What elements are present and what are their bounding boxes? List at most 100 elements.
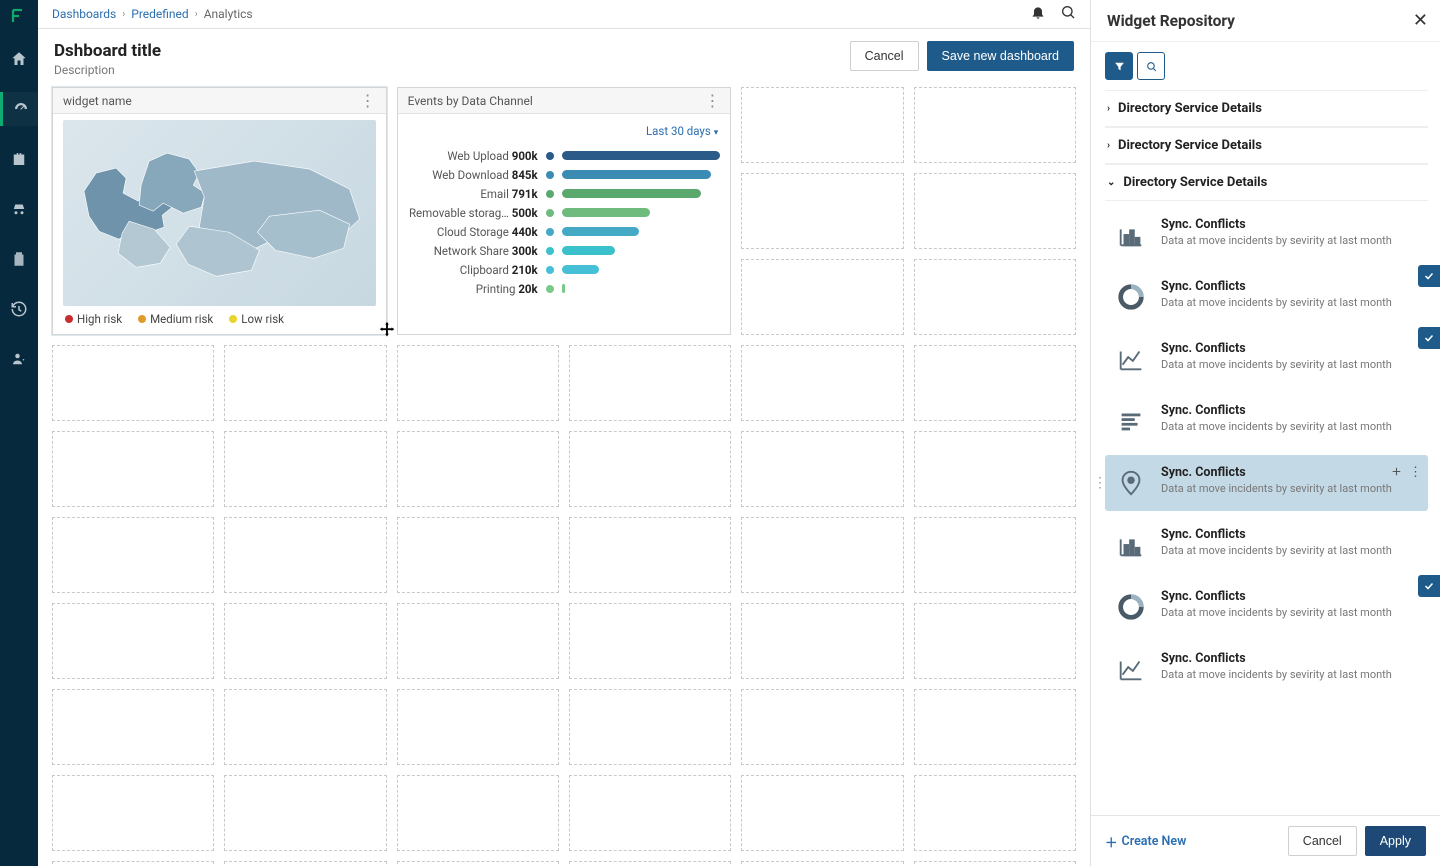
grid-cell[interactable] [914,689,1076,765]
topbar: Dashboards › Predefined › Analytics [38,0,1090,29]
grid-cell[interactable] [914,173,1076,249]
grid-cell[interactable] [52,689,214,765]
breadcrumb-root[interactable]: Dashboards [52,7,116,21]
widget-menu-icon[interactable]: ⋮ [360,93,376,109]
create-new-button[interactable]: ＋ Create New [1105,832,1186,851]
chart-bar-row: Clipboard 210k [408,260,721,279]
grid-cell[interactable] [741,603,903,679]
repo-widget-item[interactable]: Sync. ConflictsData at move incidents by… [1105,207,1428,263]
repo-section-header[interactable]: ⌄Directory Service Details [1105,164,1428,201]
grid-cell[interactable] [569,775,731,851]
repo-item-subtitle: Data at move incidents by sevirity at la… [1161,296,1420,310]
grid-cell[interactable] [52,345,214,421]
plus-icon[interactable] [1390,465,1403,482]
repo-widget-item[interactable]: Sync. ConflictsData at move incidents by… [1105,269,1428,325]
repo-widget-item[interactable]: Sync. ConflictsData at move incidents by… [1105,331,1428,387]
widget-title: widget name [63,94,132,108]
grid-cell[interactable] [914,861,1076,866]
nav-dashboard[interactable] [0,92,38,126]
resize-handle-icon[interactable] [376,320,398,346]
left-nav [0,0,38,866]
grid-cell[interactable] [224,861,386,866]
widget-map[interactable]: widget name ⋮ [52,87,387,335]
grid-cell[interactable] [52,431,214,507]
grid-cell[interactable] [741,689,903,765]
chevron-right-icon: › [195,9,198,20]
chevron-down-icon: ▾ [714,128,719,138]
nav-incognito[interactable] [0,192,38,226]
grid-cell[interactable] [397,775,559,851]
breadcrumb-mid[interactable]: Predefined [131,7,188,21]
grid-cell[interactable] [741,775,903,851]
widget-bar-chart[interactable]: Events by Data Channel ⋮ Last 30 days▾ W… [397,87,732,335]
grid-cell[interactable] [397,603,559,679]
repo-widget-item[interactable]: Sync. ConflictsData at move incidents by… [1105,393,1428,449]
grid-cell[interactable] [52,517,214,593]
nav-history[interactable] [0,292,38,326]
grid-cell[interactable] [741,861,903,866]
grid-cell[interactable] [569,689,731,765]
nav-briefcase[interactable] [0,142,38,176]
grid-cell[interactable] [397,861,559,866]
chevron-right-icon: › [1107,103,1110,114]
grid-cell[interactable] [52,861,214,866]
dashboard-grid[interactable]: widget name ⋮ [52,87,1076,866]
grid-cell[interactable] [224,775,386,851]
repo-section-header[interactable]: ›Directory Service Details [1105,90,1428,127]
search-icon[interactable] [1060,4,1076,24]
grid-cell[interactable] [914,431,1076,507]
grid-cell[interactable] [569,861,731,866]
repo-widget-item[interactable]: Sync. ConflictsData at move incidents by… [1105,579,1428,635]
grid-cell[interactable] [569,345,731,421]
grid-cell[interactable] [397,517,559,593]
widget-type-icon [1113,341,1149,377]
grid-cell[interactable] [224,431,386,507]
grid-cell[interactable] [224,345,386,421]
nav-clipboard[interactable] [0,242,38,276]
grid-cell[interactable] [741,173,903,249]
grid-cell[interactable] [741,345,903,421]
nav-user-settings[interactable] [0,342,38,376]
grid-cell[interactable] [397,689,559,765]
grid-cell[interactable] [569,431,731,507]
time-range-selector[interactable]: Last 30 days▾ [408,120,721,146]
grid-cell[interactable] [741,259,903,335]
grid-cell[interactable] [914,603,1076,679]
grid-cell[interactable] [224,603,386,679]
widget-menu-icon[interactable]: ⋮ [704,93,720,109]
panel-apply-button[interactable]: Apply [1365,826,1426,856]
widget-type-icon [1113,527,1149,563]
more-icon[interactable]: ⋮ [1409,465,1422,482]
repo-widget-item[interactable]: Sync. ConflictsData at move incidents by… [1105,641,1428,697]
cancel-button[interactable]: Cancel [850,41,919,71]
save-dashboard-button[interactable]: Save new dashboard [927,41,1074,71]
grid-cell[interactable] [914,775,1076,851]
grid-cell[interactable] [569,603,731,679]
grid-cell[interactable] [741,517,903,593]
repo-widget-item[interactable]: Sync. ConflictsData at move incidents by… [1105,517,1428,573]
grid-cell[interactable] [914,345,1076,421]
panel-cancel-button[interactable]: Cancel [1288,826,1357,856]
filter-button[interactable] [1105,52,1133,80]
search-button[interactable] [1137,52,1165,80]
grid-cell[interactable] [914,517,1076,593]
grid-cell[interactable] [569,517,731,593]
nav-home[interactable] [0,42,38,76]
close-icon[interactable]: ✕ [1413,10,1428,31]
grid-cell[interactable] [224,517,386,593]
repo-section-header[interactable]: ›Directory Service Details [1105,127,1428,164]
grid-cell[interactable] [397,431,559,507]
grid-cell[interactable] [914,259,1076,335]
drag-handle-icon[interactable]: ⋮ [1093,475,1107,491]
repo-item-title: Sync. Conflicts [1161,217,1420,232]
bell-icon[interactable] [1030,4,1046,24]
grid-cell[interactable] [224,689,386,765]
grid-cell[interactable] [52,603,214,679]
repo-widget-item[interactable]: Sync. ConflictsData at move incidents by… [1105,455,1428,511]
grid-cell[interactable] [914,87,1076,163]
repo-item-subtitle: Data at move incidents by sevirity at la… [1161,668,1420,682]
grid-cell[interactable] [397,345,559,421]
grid-cell[interactable] [741,431,903,507]
grid-cell[interactable] [52,775,214,851]
grid-cell[interactable] [741,87,903,163]
